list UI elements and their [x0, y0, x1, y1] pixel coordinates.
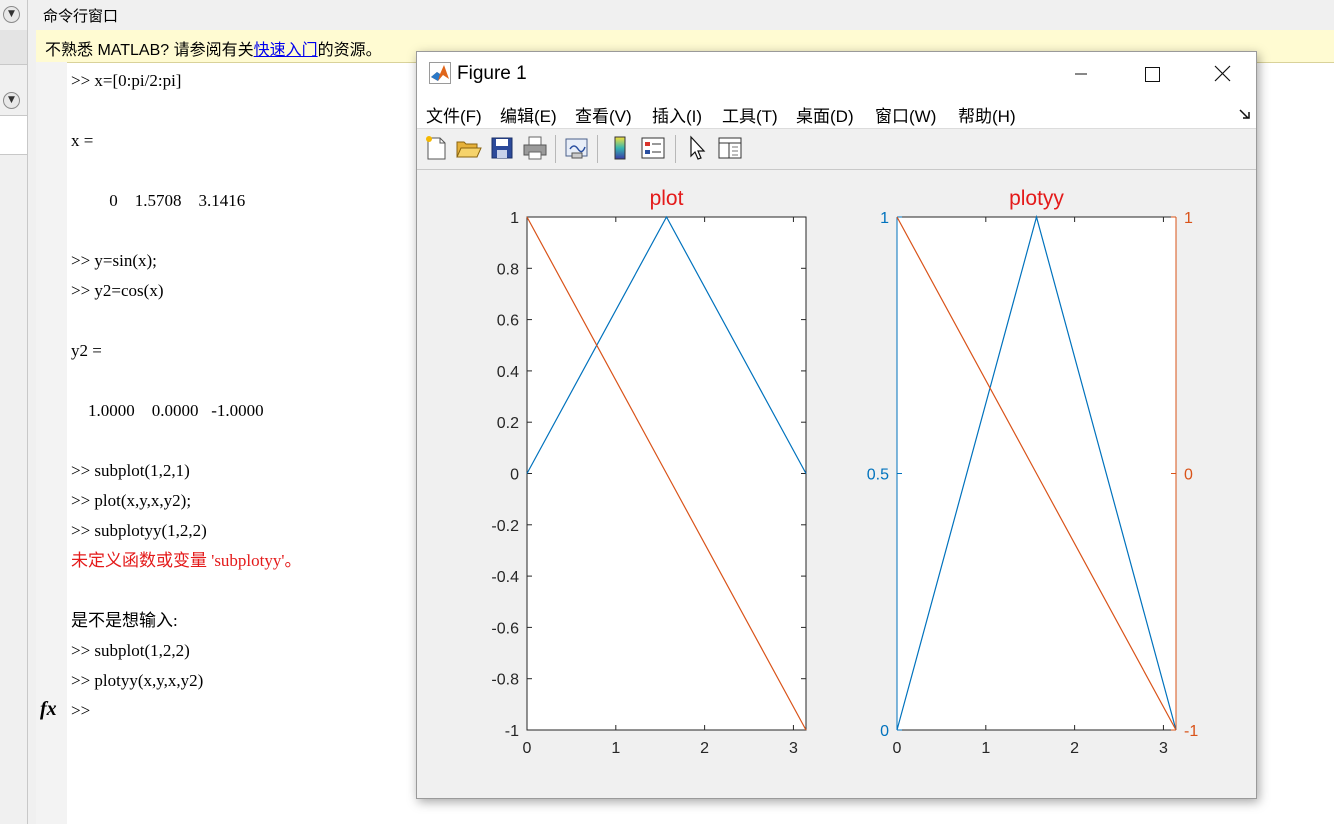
info-prefix: 不熟悉 MATLAB? 请参阅有关 — [45, 42, 254, 59]
panel-tab — [0, 30, 27, 65]
figure-canvas: plot 0 1 2 3 1 0.8 0.6 0.4 0.2 0 -0.2 -0.4 -0.6 -0.8 -1… — [491, 187, 1198, 757]
new-figure-icon[interactable] — [422, 134, 450, 162]
command-line: >> subplot(1,2,1) — [71, 461, 190, 480]
maximize-button[interactable] — [1121, 58, 1181, 90]
print-icon[interactable] — [521, 134, 549, 162]
collapse-arrow-icon[interactable]: ▼ — [3, 6, 20, 23]
y-tick-label: 0.6 — [497, 313, 519, 330]
y-right-tick-label: 0 — [1184, 467, 1193, 484]
x-tick-label: 3 — [789, 740, 798, 757]
menu-window[interactable]: 窗口(W) — [875, 102, 936, 127]
y-tick-label: 0 — [510, 467, 519, 484]
command-line: >> y2=cos(x) — [71, 281, 164, 300]
suggestion-line[interactable]: >> subplot(1,2,2) — [71, 641, 190, 661]
info-suffix: 的资源。 — [317, 42, 382, 59]
x-tick-label: 0 — [893, 740, 902, 757]
axes-title: plot — [650, 187, 684, 210]
x-tick-label: 2 — [700, 740, 709, 757]
x-tick-label: 1 — [611, 740, 620, 757]
y-right-tick-label: -1 — [1184, 723, 1198, 740]
output-line: x = — [71, 131, 94, 150]
y-tick-label: -1 — [505, 723, 519, 740]
collapse-arrow-icon[interactable]: ▼ — [3, 92, 20, 109]
matlab-logo-icon — [429, 62, 451, 88]
y-left-tick-label: 1 — [880, 210, 889, 227]
x-tick-label: 1 — [981, 740, 990, 757]
output-line: 0 1.5708 3.1416 — [71, 191, 246, 210]
close-icon — [1214, 65, 1231, 82]
toolbar-separator — [675, 135, 676, 163]
menu-help[interactable]: 帮助(H) — [958, 102, 1016, 127]
command-window-title: 命令行窗口 — [43, 8, 119, 25]
y-tick-label: 1 — [510, 210, 519, 227]
menu-edit[interactable]: 编辑(E) — [500, 102, 557, 127]
save-icon[interactable] — [488, 134, 516, 162]
toolbar-separator — [597, 135, 598, 163]
y-tick-label: -0.6 — [491, 620, 519, 637]
y-left-tick-label: 0.5 — [867, 467, 889, 484]
info-text: 不熟悉 MATLAB? 请参阅有关快速入门的资源。 — [45, 36, 382, 60]
x-tick-label: 2 — [1070, 740, 1079, 757]
suggestion-line[interactable]: >> plotyy(x,y,x,y2) — [71, 671, 203, 691]
dock-arrow-icon[interactable] — [1238, 106, 1252, 125]
command-prompt-input[interactable]: >> — [71, 701, 90, 721]
function-browser-icon[interactable]: fx — [40, 698, 57, 721]
error-message: 未定义函数或变量 'subplotyy'。 — [71, 551, 302, 570]
edit-plot-pointer-icon[interactable] — [683, 134, 711, 162]
y-tick-label: 0.8 — [497, 261, 519, 278]
figure-toolbar — [417, 128, 1256, 170]
y-tick-label: -0.8 — [491, 672, 519, 689]
minimize-button[interactable] — [1051, 58, 1111, 90]
output-line: y2 = — [71, 341, 102, 360]
open-file-icon[interactable] — [454, 134, 482, 162]
x-tick-label: 0 — [523, 740, 532, 757]
getting-started-link[interactable]: 快速入门 — [254, 42, 318, 59]
y-tick-label: 0.4 — [497, 364, 519, 381]
menu-tools[interactable]: 工具(T) — [722, 102, 778, 127]
minimize-icon — [1075, 73, 1087, 75]
output-line: 1.0000 0.0000 -1.0000 — [71, 401, 264, 420]
command-line: >> y=sin(x); — [71, 251, 157, 270]
figure-title: Figure 1 — [457, 63, 527, 84]
command-line: >> subplotyy(1,2,2) — [71, 521, 207, 540]
left-panel-strip: ▼ ▼ — [0, 0, 28, 824]
suggestion-text: 是不是想输入: — [71, 611, 178, 630]
divider — [28, 0, 36, 824]
x-tick-label: 3 — [1159, 740, 1168, 757]
y-tick-label: 0.2 — [497, 415, 519, 432]
close-button[interactable] — [1192, 58, 1252, 90]
y-right-tick-label: 1 — [1184, 210, 1193, 227]
maximize-icon — [1145, 67, 1160, 82]
y-left-tick-label: 0 — [880, 723, 889, 740]
link-plot-icon[interactable] — [563, 134, 591, 162]
command-line: >> plot(x,y,x,y2); — [71, 491, 192, 510]
insert-colorbar-icon[interactable] — [606, 134, 634, 162]
panel-tab — [0, 115, 27, 155]
menu-desktop[interactable]: 桌面(D) — [796, 102, 854, 127]
menu-file[interactable]: 文件(F) — [426, 102, 482, 127]
menu-view[interactable]: 查看(V) — [575, 102, 632, 127]
figure-window: Figure 1 文件(F) 编辑(E) 查看(V) 插入(I) 工具(T) 桌… — [416, 51, 1257, 799]
command-line: >> x=[0:pi/2:pi] — [71, 71, 182, 90]
insert-legend-icon[interactable] — [639, 134, 667, 162]
command-window-titlebar — [28, 0, 1334, 31]
toolbar-separator — [555, 135, 556, 163]
y-tick-label: -0.4 — [491, 569, 519, 586]
axes-title: plotyy — [1009, 187, 1064, 210]
property-inspector-icon[interactable] — [716, 134, 744, 162]
y-tick-label: -0.2 — [491, 518, 519, 535]
menu-insert[interactable]: 插入(I) — [652, 102, 702, 127]
